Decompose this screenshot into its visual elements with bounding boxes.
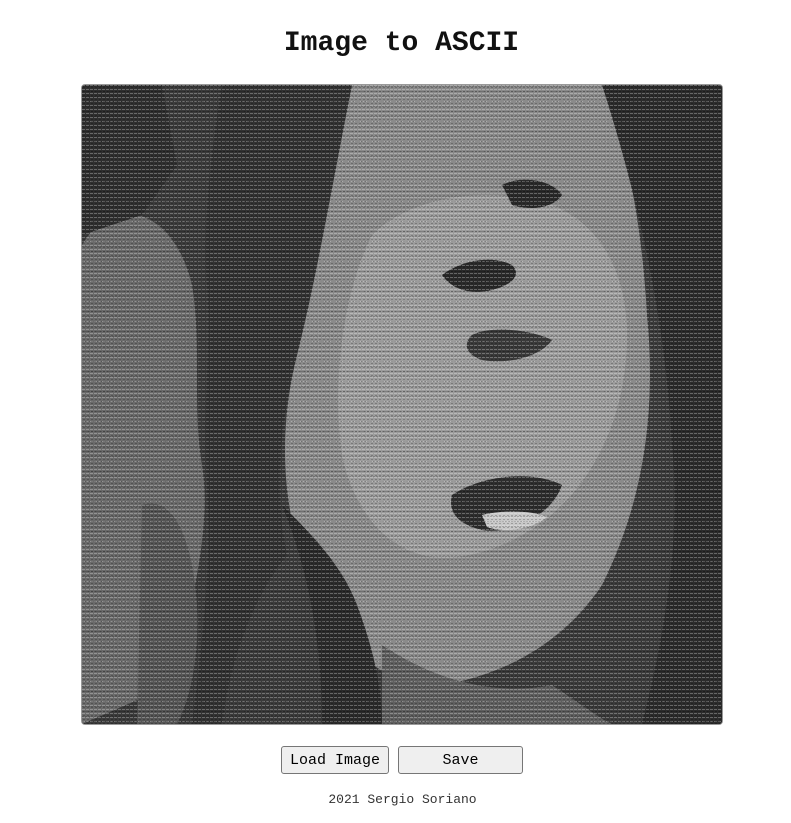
app-page: Image to ASCII Load Image Save 2021 Serg…: [0, 0, 791, 823]
load-image-label: Load Image: [289, 751, 380, 769]
footer-credit: 2021 Sergio Soriano: [328, 792, 477, 807]
save-button[interactable]: Save: [398, 746, 523, 774]
load-image-button[interactable]: Load Image: [281, 746, 389, 774]
save-label: Save: [442, 751, 479, 769]
ascii-art-canvas: [81, 84, 723, 725]
page-title: Image to ASCII: [283, 28, 520, 59]
